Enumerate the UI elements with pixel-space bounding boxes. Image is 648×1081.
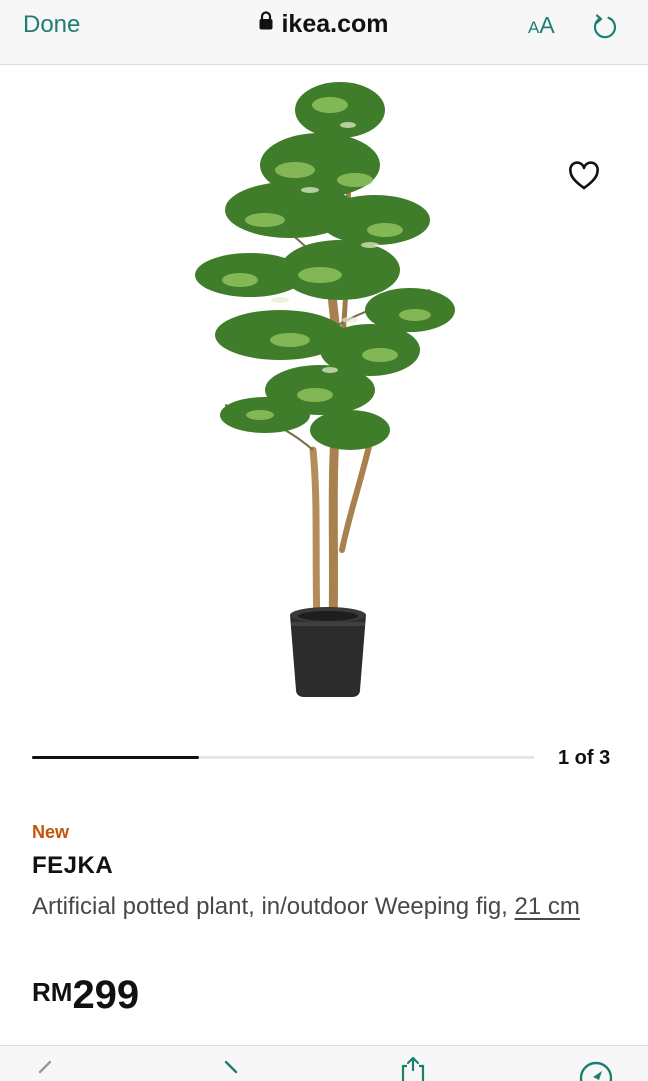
- heart-icon[interactable]: [568, 161, 600, 196]
- price-currency: RM: [32, 977, 73, 1007]
- product-price: RM299: [32, 973, 139, 1018]
- product-description: Artificial potted plant, in/outdoor Weep…: [32, 888, 592, 926]
- text-size-small-glyph: A: [528, 18, 540, 37]
- text-size-button[interactable]: AA: [528, 12, 555, 39]
- product-image-plant: [170, 70, 470, 705]
- carousel-progress-fill: [32, 756, 200, 759]
- compass-icon[interactable]: [578, 1060, 614, 1081]
- product-description-text: Artificial potted plant, in/outdoor Weep…: [32, 893, 515, 920]
- lock-icon: [259, 8, 273, 37]
- back-arrow-icon[interactable]: [34, 1058, 58, 1081]
- carousel-counter: 1 of 3: [558, 747, 611, 769]
- new-badge: New: [32, 822, 70, 842]
- product-size-link[interactable]: 21 cm: [515, 893, 580, 920]
- price-value: 299: [72, 973, 140, 1017]
- product-image-area[interactable]: [0, 65, 648, 725]
- share-icon[interactable]: [398, 1056, 428, 1081]
- reload-icon[interactable]: [590, 12, 620, 47]
- forward-arrow-icon[interactable]: [220, 1058, 244, 1081]
- browser-bottom-toolbar: [0, 1045, 648, 1081]
- product-name[interactable]: FEJKA: [32, 852, 113, 880]
- text-size-large-glyph: A: [539, 12, 555, 38]
- browser-top-bar: Done ikea.com AA: [0, 0, 648, 65]
- carousel-progress-bar[interactable]: [32, 756, 534, 759]
- url-text: ikea.com: [281, 10, 389, 38]
